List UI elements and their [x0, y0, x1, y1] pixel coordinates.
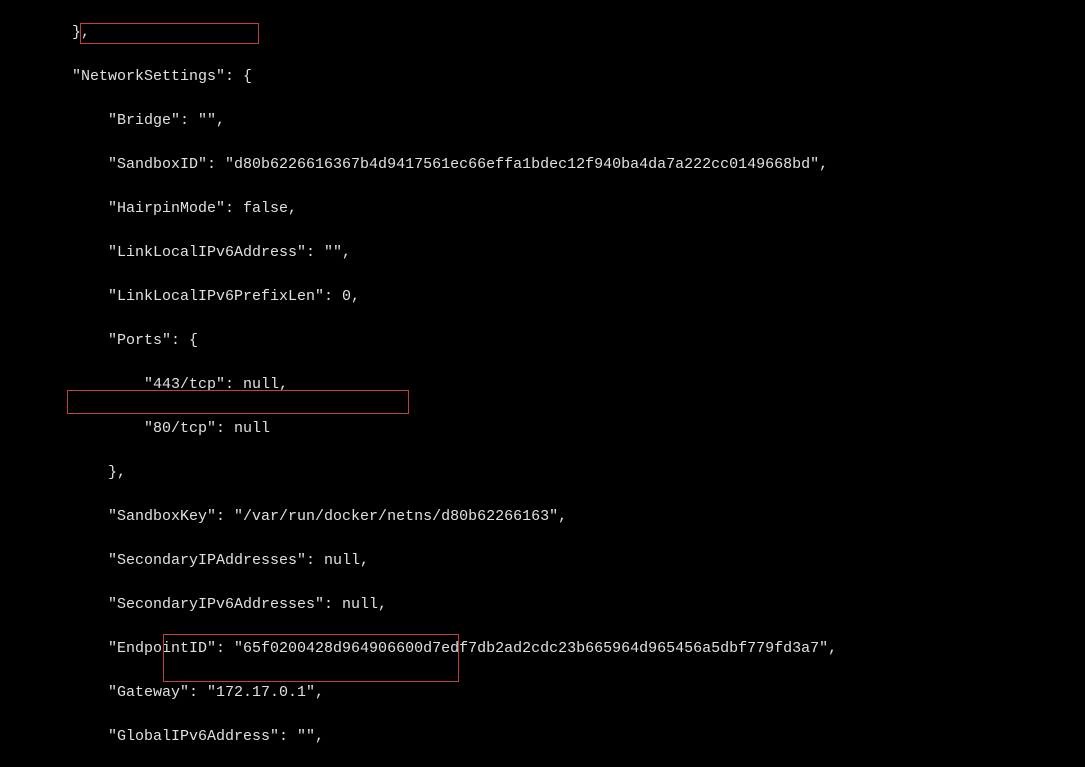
code-line: "SandboxKey": "/var/run/docker/netns/d80… — [0, 506, 1085, 528]
code-line-bridge: "Bridge": "", — [0, 110, 1085, 132]
code-line: "NetworkSettings": { — [0, 66, 1085, 88]
code-line: "GlobalIPv6Address": "", — [0, 726, 1085, 748]
terminal-code-output: }, "NetworkSettings": { "Bridge": "", "S… — [0, 0, 1085, 767]
code-line: "Ports": { — [0, 330, 1085, 352]
code-line: "SecondaryIPv6Addresses": null, — [0, 594, 1085, 616]
code-line: }, — [0, 462, 1085, 484]
code-line: "SandboxID": "d80b6226616367b4d9417561ec… — [0, 154, 1085, 176]
code-line: "LinkLocalIPv6Address": "", — [0, 242, 1085, 264]
code-line: "SecondaryIPAddresses": null, — [0, 550, 1085, 572]
code-line: "HairpinMode": false, — [0, 198, 1085, 220]
code-line: "EndpointID": "65f0200428d964906600d7edf… — [0, 638, 1085, 660]
code-line: "Gateway": "172.17.0.1", — [0, 682, 1085, 704]
code-line: "LinkLocalIPv6PrefixLen": 0, — [0, 286, 1085, 308]
code-line: "443/tcp": null, — [0, 374, 1085, 396]
code-line: "80/tcp": null — [0, 418, 1085, 440]
code-line: }, — [0, 22, 1085, 44]
